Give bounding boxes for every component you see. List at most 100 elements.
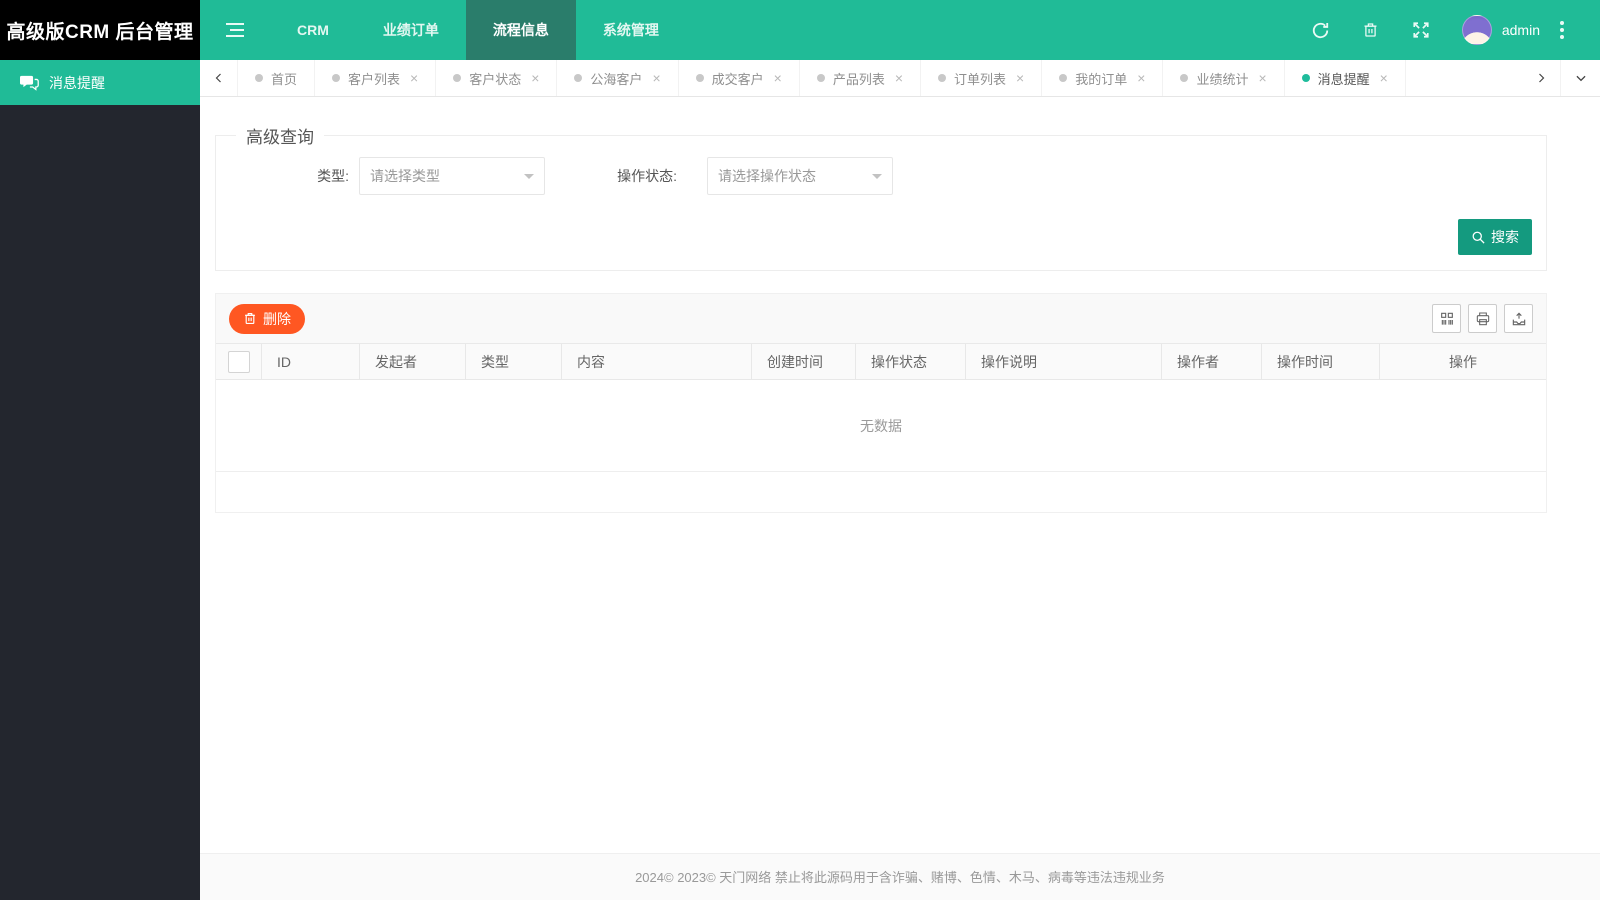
tab-dot <box>1180 74 1189 82</box>
sidebar-item-label: 消息提醒 <box>49 74 105 91</box>
trash-icon <box>1362 21 1379 39</box>
search-button[interactable]: 搜索 <box>1458 219 1532 255</box>
tabs-scroll-right-button[interactable] <box>1522 60 1560 96</box>
tab-close-icon[interactable]: × <box>1258 70 1266 86</box>
table-tools <box>1432 304 1533 333</box>
tab-close-icon[interactable]: × <box>531 70 539 86</box>
tab-dot <box>938 74 947 82</box>
column-header-operator[interactable]: 操作者 <box>1162 344 1262 379</box>
tabs-scroll-left-button[interactable] <box>200 60 238 96</box>
tab-close-icon[interactable]: × <box>410 70 418 86</box>
columns-icon <box>1439 311 1455 327</box>
copyright-text: 2024© 2023© 天门网络 禁止将此源码用于含诈骗、赌博、色情、木马、病毒… <box>635 870 1165 885</box>
more-menu-button[interactable] <box>1540 0 1584 60</box>
top-bar: 高级版CRM 后台管理 CRM 业绩订单 流程信息 系统管理 admin <box>0 0 1600 60</box>
message-table-panel: 删除 ID 发起者 类型 内容 创建时间 操作状态 操作说明 操作者 操作时间 … <box>215 293 1547 513</box>
column-header-op-status[interactable]: 操作状态 <box>856 344 966 379</box>
filter-columns-button[interactable] <box>1432 304 1461 333</box>
status-select-placeholder: 请选择操作状态 <box>718 168 816 184</box>
tab-customer-status[interactable]: 客户状态 × <box>436 60 558 96</box>
column-header-content[interactable]: 内容 <box>562 344 752 379</box>
column-header-sender[interactable]: 发起者 <box>360 344 466 379</box>
tab-dot <box>332 74 341 82</box>
tab-order-list[interactable]: 订单列表 × <box>921 60 1043 96</box>
avatar[interactable] <box>1461 15 1492 45</box>
select-arrow-icon <box>872 174 882 184</box>
type-select-placeholder: 请选择类型 <box>370 168 440 184</box>
print-button[interactable] <box>1468 304 1497 333</box>
tab-message-reminder[interactable]: 消息提醒 × <box>1285 60 1406 96</box>
chevron-left-icon <box>213 72 225 84</box>
chevron-down-icon <box>1574 71 1588 85</box>
column-header-type[interactable]: 类型 <box>466 344 562 379</box>
fullscreen-icon <box>1412 21 1430 39</box>
tab-dot <box>1301 74 1310 82</box>
column-header-op-description[interactable]: 操作说明 <box>966 344 1162 379</box>
tabs-strip: 首页 客户列表 × 客户状态 × 公海客户 × 成交客户 × 产品列表 × 订单… <box>238 60 1406 96</box>
nav-item-orders[interactable]: 业绩订单 <box>356 0 466 60</box>
search-button-label: 搜索 <box>1491 229 1519 245</box>
trash-icon <box>243 311 257 326</box>
tab-home[interactable]: 首页 <box>238 60 316 96</box>
tab-close-icon[interactable]: × <box>774 70 782 86</box>
export-button[interactable] <box>1504 304 1533 333</box>
column-header-op-time[interactable]: 操作时间 <box>1262 344 1380 379</box>
search-form-row: 类型: 请选择类型 操作状态: 请选择操作状态 <box>216 157 893 195</box>
top-nav: CRM 业绩订单 流程信息 系统管理 admin <box>200 0 1600 60</box>
type-select[interactable]: 请选择类型 <box>359 157 545 195</box>
tab-close-icon[interactable]: × <box>1137 70 1145 86</box>
refresh-icon <box>1311 21 1330 40</box>
clear-cache-button[interactable] <box>1346 0 1396 60</box>
tab-product-list[interactable]: 产品列表 × <box>800 60 922 96</box>
tab-content: 高级查询 类型: 请选择类型 操作状态: 请选择操作状态 搜索 删除 ID 发起… <box>200 97 1600 853</box>
tab-customer-list[interactable]: 客户列表 × <box>315 60 437 96</box>
advanced-search-panel: 高级查询 类型: 请选择类型 操作状态: 请选择操作状态 搜索 <box>215 123 1547 271</box>
column-header-id[interactable]: ID <box>262 344 360 379</box>
tabs-menu-button[interactable] <box>1560 60 1600 96</box>
select-all-checkbox[interactable] <box>227 350 250 373</box>
tab-performance-stats[interactable]: 业绩统计 × <box>1163 60 1285 96</box>
nav-item-crm[interactable]: CRM <box>270 0 356 60</box>
tab-close-icon[interactable]: × <box>652 70 660 86</box>
page-body: 消息提醒 首页 客户列表 × 客户状态 × 公海客户 × 成交客户 × 产品列表… <box>0 60 1600 900</box>
nav-item-process[interactable]: 流程信息 <box>465 0 576 60</box>
top-bar-actions: admin <box>1296 0 1600 60</box>
export-icon <box>1511 311 1527 327</box>
column-header-create-time[interactable]: 创建时间 <box>752 344 856 379</box>
table-toolbar: 删除 <box>216 294 1546 344</box>
tab-close-icon[interactable]: × <box>1380 70 1388 86</box>
tab-dot <box>695 74 704 82</box>
type-label: 类型: <box>317 168 349 184</box>
username[interactable]: admin <box>1502 22 1540 38</box>
tab-dot <box>255 74 263 82</box>
status-select[interactable]: 请选择操作状态 <box>707 157 893 195</box>
select-arrow-icon <box>524 174 534 184</box>
search-icon <box>1471 230 1486 245</box>
tab-dot <box>1059 74 1068 82</box>
tabs-controls <box>1522 60 1600 96</box>
nav-item-system[interactable]: 系统管理 <box>576 0 686 60</box>
delete-button-label: 删除 <box>263 310 291 327</box>
tab-public-customers[interactable]: 公海客户 × <box>557 60 679 96</box>
column-header-actions[interactable]: 操作 <box>1380 344 1546 379</box>
sidebar-item-messages[interactable]: 消息提醒 <box>0 60 200 105</box>
main-area: 首页 客户列表 × 客户状态 × 公海客户 × 成交客户 × 产品列表 × 订单… <box>200 60 1600 900</box>
page-footer: 2024© 2023© 天门网络 禁止将此源码用于含诈骗、赌博、色情、木马、病毒… <box>200 853 1600 900</box>
collapse-menu-button[interactable] <box>200 0 270 60</box>
table-empty-state: 无数据 <box>216 380 1546 472</box>
tab-close-icon[interactable]: × <box>895 70 903 86</box>
tab-dot <box>574 74 583 82</box>
tab-bar: 首页 客户列表 × 客户状态 × 公海客户 × 成交客户 × 产品列表 × 订单… <box>200 60 1600 97</box>
panel-legend: 高级查询 <box>236 123 324 148</box>
fullscreen-button[interactable] <box>1396 0 1446 60</box>
hamburger-icon <box>226 23 244 37</box>
tab-close-icon[interactable]: × <box>1016 70 1024 86</box>
tab-deal-customers[interactable]: 成交客户 × <box>679 60 800 96</box>
refresh-button[interactable] <box>1296 0 1346 60</box>
comments-icon <box>20 75 39 91</box>
delete-button[interactable]: 删除 <box>229 303 305 334</box>
tab-dot <box>453 74 462 82</box>
tab-dot <box>816 74 825 82</box>
tab-my-orders[interactable]: 我的订单 × <box>1042 60 1164 96</box>
app-logo: 高级版CRM 后台管理 <box>0 0 200 60</box>
